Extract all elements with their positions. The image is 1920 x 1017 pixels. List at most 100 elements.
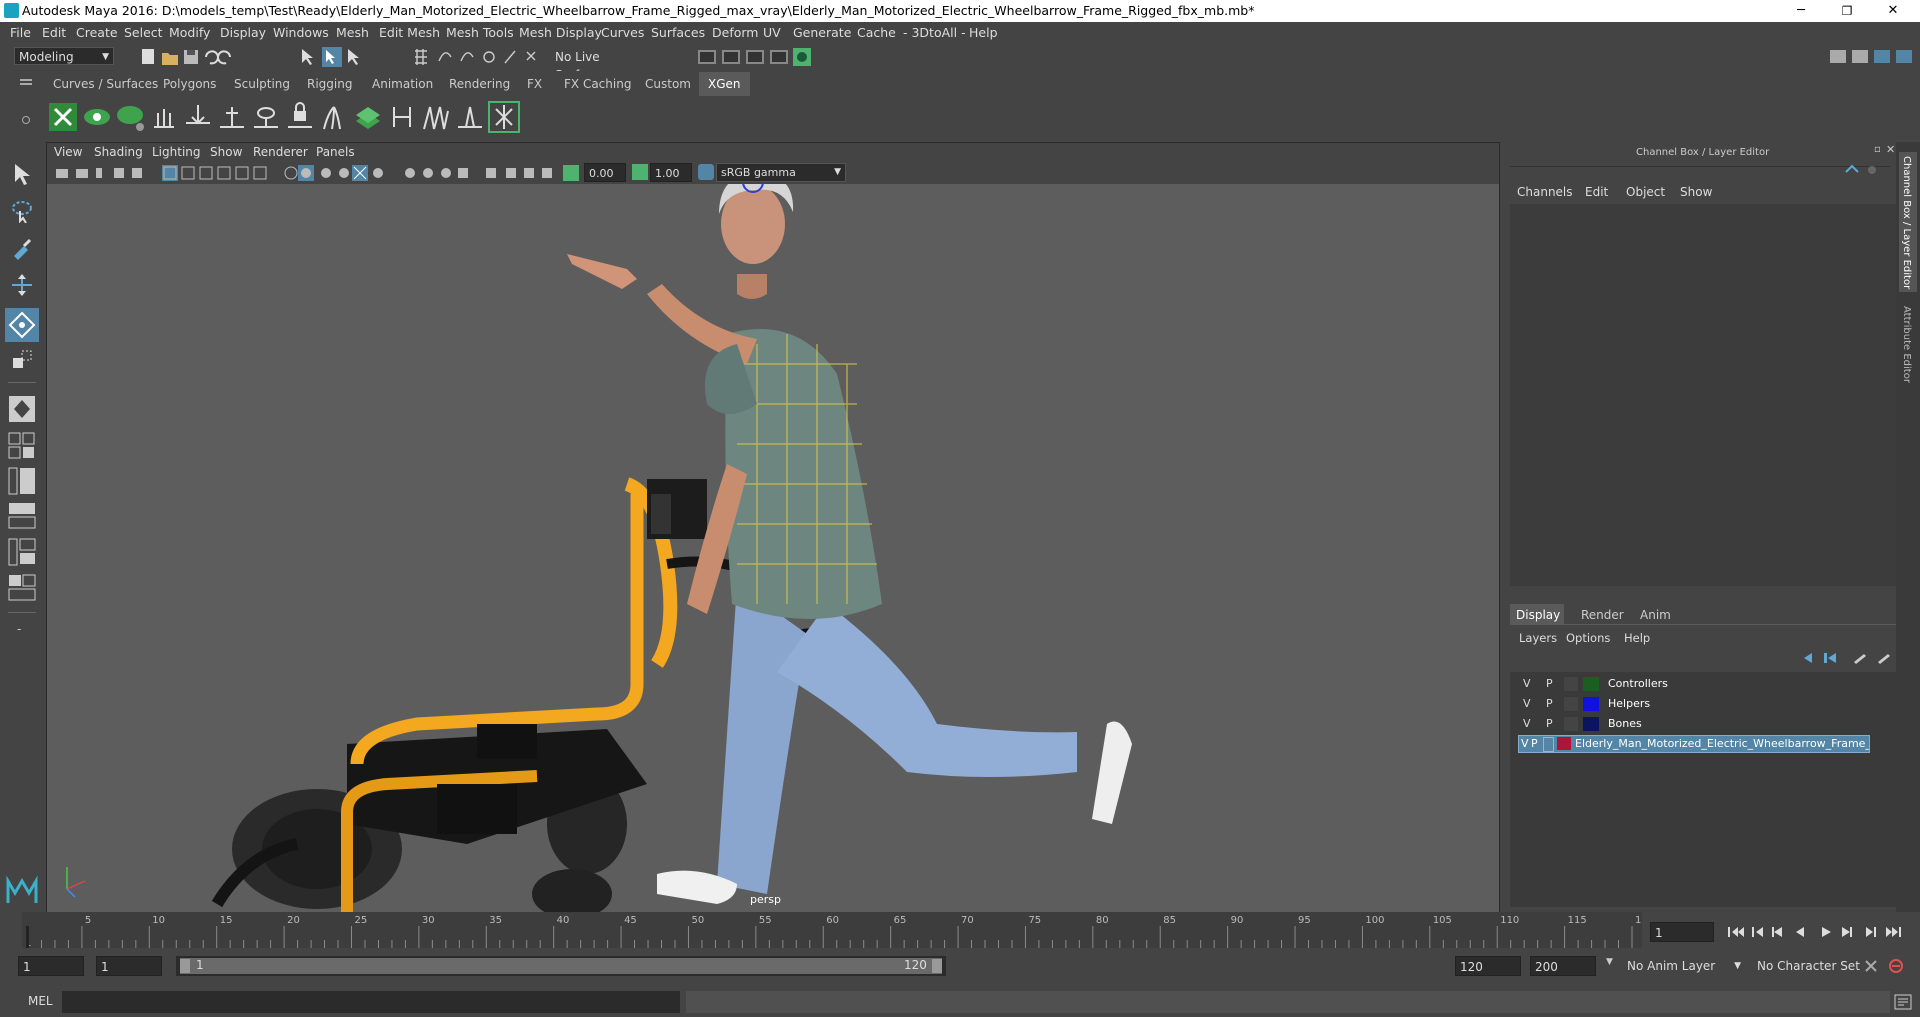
- channel-box-icons[interactable]: [1842, 162, 1882, 178]
- side-tab-channel-box[interactable]: Channel Box / Layer Editor: [1899, 152, 1917, 292]
- layer-color-swatch[interactable]: [1583, 677, 1599, 691]
- menu-edit-mesh[interactable]: Edit Mesh: [379, 25, 440, 40]
- minimize-button[interactable]: ─: [1778, 0, 1824, 22]
- tab-fx-caching[interactable]: FX Caching: [564, 77, 631, 91]
- layer-playback-toggle[interactable]: P: [1546, 695, 1553, 713]
- layer-name[interactable]: Helpers: [1608, 695, 1650, 713]
- scene-end-field[interactable]: 200: [1530, 956, 1596, 976]
- snap-icons[interactable]: [413, 47, 543, 67]
- file-tools-icons[interactable]: [140, 47, 240, 67]
- selection-mask-icons[interactable]: [298, 47, 368, 67]
- rotate-tool-button[interactable]: [5, 308, 39, 342]
- workspace-icons[interactable]: [1828, 47, 1918, 67]
- layer-row-controllers[interactable]: V P Controllers: [1520, 675, 1890, 693]
- groom-place-icon[interactable]: [182, 101, 214, 133]
- color-space-select[interactable]: sRGB gamma ▼: [716, 163, 846, 182]
- viewport-menu-panels[interactable]: Panels: [316, 145, 355, 159]
- layer-type-box[interactable]: [1543, 737, 1554, 752]
- groom-comb-icon[interactable]: [216, 101, 248, 133]
- scale-tool-icon[interactable]: [10, 348, 34, 372]
- layer-playback-toggle[interactable]: P: [1546, 715, 1553, 733]
- close-button[interactable]: ✕: [1870, 0, 1916, 22]
- layer-type-box[interactable]: [1564, 677, 1578, 691]
- command-language-label[interactable]: MEL: [28, 994, 53, 1008]
- playback-controls[interactable]: [1726, 924, 1916, 940]
- groom-add-icon[interactable]: [148, 101, 180, 133]
- four-view-layout-icon[interactable]: [8, 432, 36, 460]
- layer-tab-display[interactable]: Display: [1516, 608, 1560, 622]
- groom-length-icon[interactable]: [250, 101, 282, 133]
- gamma-toggle-icon[interactable]: [632, 164, 648, 180]
- mode-selector[interactable]: Modeling ▼: [14, 47, 114, 65]
- playback-start-field[interactable]: 1: [96, 956, 162, 976]
- layer-help-menu[interactable]: Help: [1624, 631, 1650, 645]
- tab-sculpting[interactable]: Sculpting: [234, 77, 290, 91]
- time-slider[interactable]: 1510152025303540455055606570758085909510…: [0, 912, 1920, 949]
- layer-visibility-toggle[interactable]: V: [1523, 675, 1531, 693]
- layer-visibility-toggle[interactable]: V: [1523, 715, 1531, 733]
- menu-create[interactable]: Create: [76, 25, 118, 40]
- menu-3dtoall[interactable]: - 3DtoAll -: [903, 25, 966, 40]
- layer-name[interactable]: Elderly_Man_Motorized_Electric_Wheelbarr…: [1575, 736, 1869, 752]
- layer-action-icons[interactable]: [1800, 650, 1890, 666]
- single-perspective-layout-icon[interactable]: [8, 395, 36, 423]
- menu-mesh-tools[interactable]: Mesh Tools: [446, 25, 514, 40]
- menu-help[interactable]: Help: [969, 25, 998, 40]
- range-slider-bar-fill[interactable]: [180, 958, 942, 974]
- exposure-field[interactable]: 0.00: [584, 163, 626, 182]
- groom-noise-icon[interactable]: [420, 101, 452, 133]
- menu-surfaces[interactable]: Surfaces: [651, 25, 705, 40]
- layer-tab-anim[interactable]: Anim: [1640, 608, 1671, 622]
- select-tool-icon[interactable]: [10, 162, 34, 186]
- float-panel-icon[interactable]: ▫: [1874, 144, 1881, 155]
- layer-type-box[interactable]: [1564, 717, 1578, 731]
- command-input[interactable]: [62, 991, 680, 1013]
- layer-color-swatch[interactable]: [1583, 697, 1599, 711]
- menu-modify[interactable]: Modify: [169, 25, 210, 40]
- viewport-menu-renderer[interactable]: Renderer: [253, 145, 308, 159]
- outliner-layout-icon[interactable]: [8, 467, 36, 495]
- layer-name[interactable]: Bones: [1608, 715, 1642, 733]
- layer-color-swatch[interactable]: [1557, 737, 1571, 750]
- layer-playback-toggle[interactable]: P: [1531, 736, 1538, 752]
- channels-menu[interactable]: Channels: [1517, 185, 1573, 199]
- range-slider[interactable]: 1 120: [176, 956, 946, 976]
- move-tool-icon[interactable]: [10, 273, 34, 297]
- hypershade-layout-icon[interactable]: [8, 538, 36, 566]
- xgen-preview-icon[interactable]: [81, 101, 113, 133]
- tab-polygons[interactable]: Polygons: [163, 77, 216, 91]
- paint-select-tool-icon[interactable]: [10, 236, 34, 260]
- range-end-handle[interactable]: [932, 959, 942, 973]
- tab-rendering[interactable]: Rendering: [449, 77, 510, 91]
- auto-key-icons[interactable]: [1862, 957, 1918, 975]
- anim-layer-select[interactable]: No Anim Layer ▼: [1622, 956, 1744, 976]
- menu-generate[interactable]: Generate: [793, 25, 851, 40]
- close-panel-icon[interactable]: ✕: [1886, 143, 1895, 156]
- render-icons[interactable]: [697, 47, 812, 67]
- layer-name[interactable]: Controllers: [1608, 675, 1668, 693]
- shelf-menu-icon[interactable]: [20, 79, 32, 81]
- tab-animation[interactable]: Animation: [372, 77, 433, 91]
- menu-file[interactable]: File: [10, 25, 31, 40]
- layer-options-menu[interactable]: Options: [1566, 631, 1610, 645]
- layer-row-elderly-man[interactable]: V P Elderly_Man_Motorized_Electric_Wheel…: [1518, 735, 1870, 753]
- range-start-handle[interactable]: [180, 959, 190, 973]
- channel-show-menu[interactable]: Show: [1680, 185, 1712, 199]
- menu-windows[interactable]: Windows: [273, 25, 329, 40]
- channel-object-menu[interactable]: Object: [1626, 185, 1665, 199]
- 3d-viewport[interactable]: persp: [47, 184, 1499, 912]
- xgen-paint-icon[interactable]: [114, 101, 146, 133]
- groom-cut-icon[interactable]: [386, 101, 418, 133]
- timeline-track[interactable]: 1510152025303540455055606570758085909510…: [22, 912, 1654, 949]
- viewport-menu-view[interactable]: View: [54, 145, 82, 159]
- menu-mesh-display[interactable]: Mesh Display: [519, 25, 602, 40]
- graph-editor-layout-icon[interactable]: [8, 502, 36, 530]
- channel-list-area[interactable]: [1510, 204, 1899, 586]
- time-cursor[interactable]: [26, 926, 29, 948]
- viewport-menu-lighting[interactable]: Lighting: [152, 145, 201, 159]
- menu-display[interactable]: Display: [220, 25, 266, 40]
- lasso-tool-icon[interactable]: [10, 199, 34, 223]
- menu-mesh[interactable]: Mesh: [336, 25, 369, 40]
- viewport-toolbar-icons[interactable]: [54, 164, 674, 182]
- gamma-field[interactable]: 1.00: [650, 163, 692, 182]
